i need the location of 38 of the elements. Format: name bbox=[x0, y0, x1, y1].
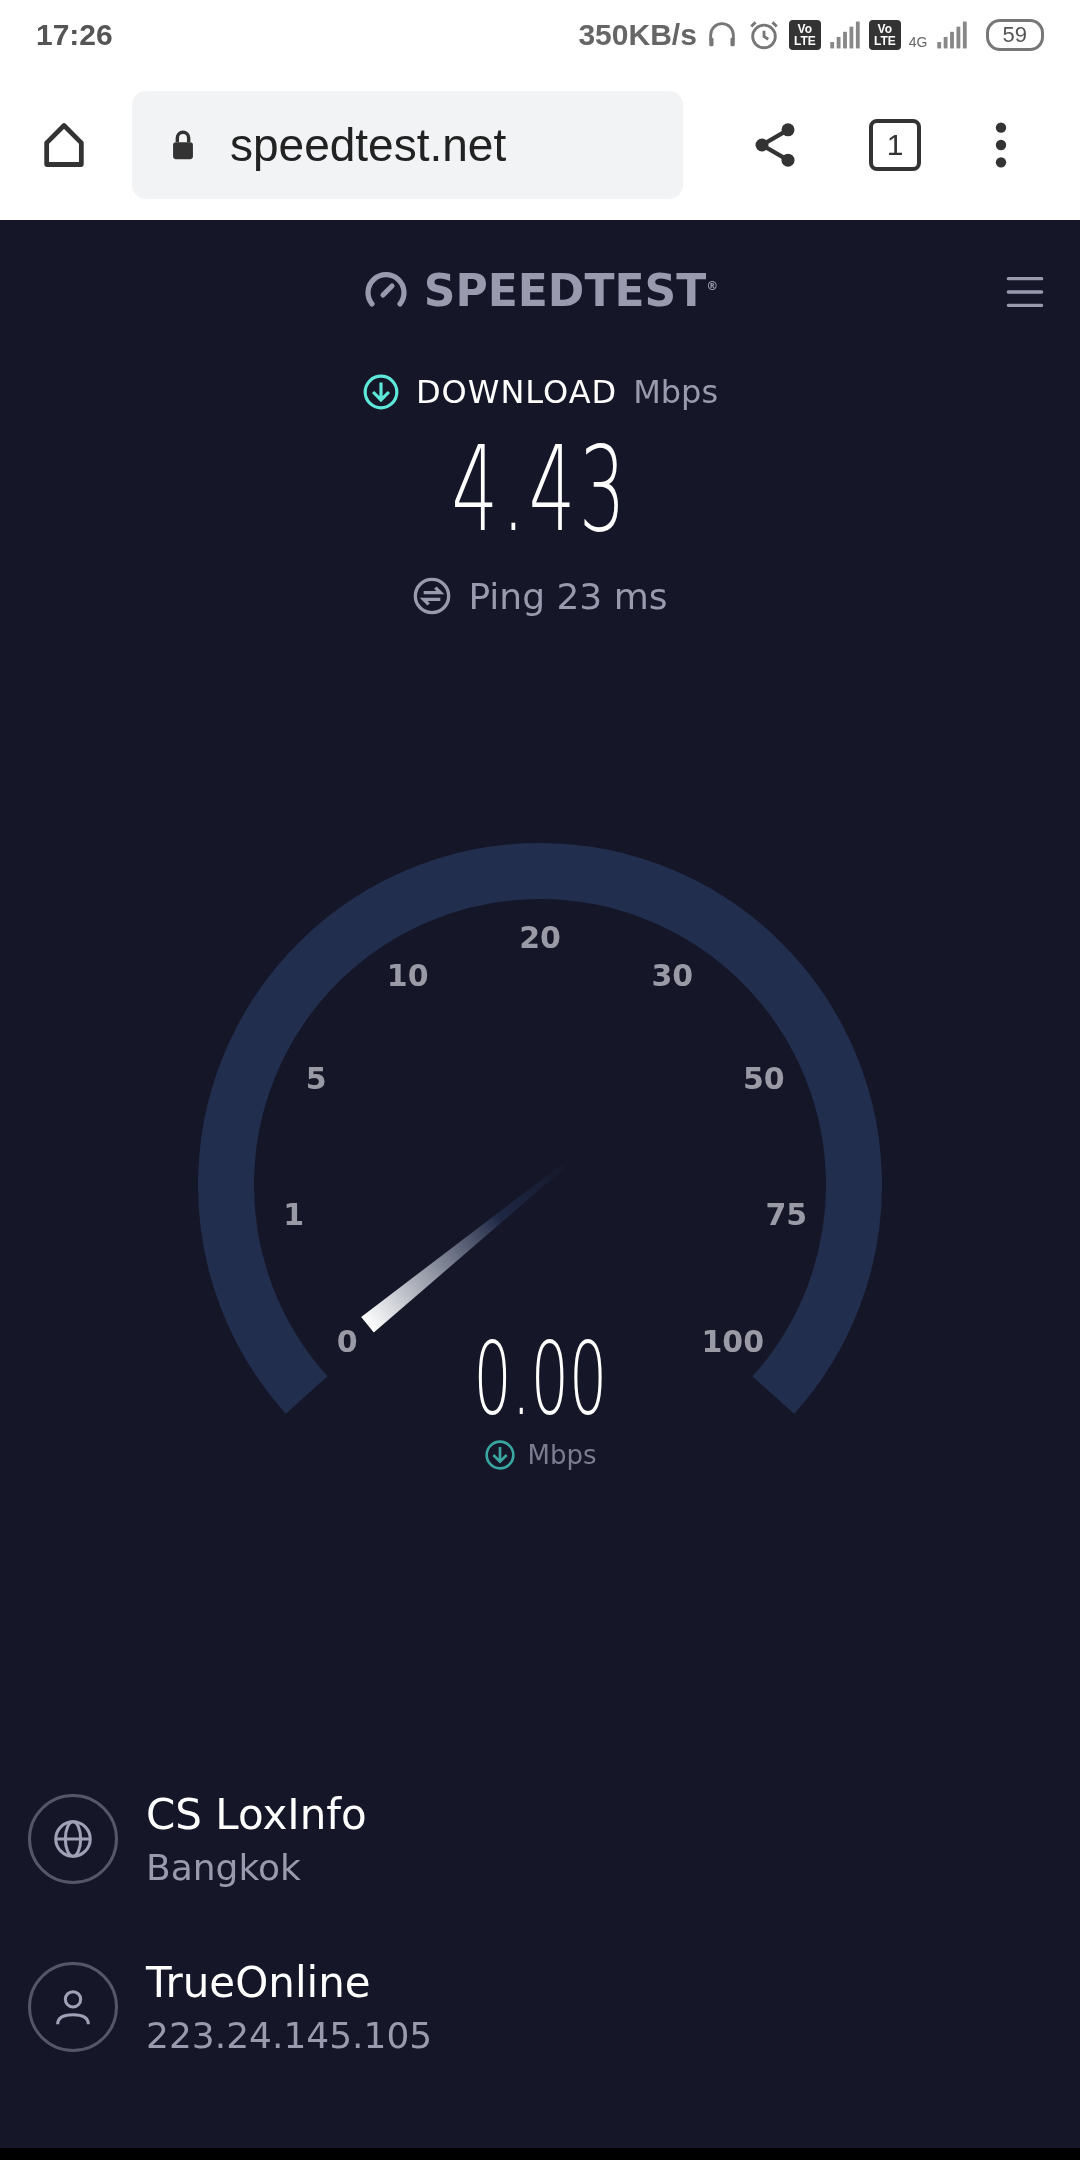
battery-level: 59 bbox=[985, 19, 1044, 51]
unit-label: Mbps bbox=[633, 373, 719, 411]
person-icon bbox=[28, 1962, 118, 2052]
tick-label: 100 bbox=[701, 1324, 765, 1360]
server-detail: Bangkok bbox=[146, 1847, 302, 1888]
server-name: CS LoxInfo bbox=[146, 1790, 367, 1839]
badge-text: LTE bbox=[873, 35, 896, 47]
tick-label: 10 bbox=[386, 958, 429, 994]
tick-label: 1 bbox=[283, 1197, 305, 1233]
tick-label: 20 bbox=[519, 920, 561, 955]
unit-label: Mbps bbox=[527, 1440, 597, 1470]
download-label: DOWNLOAD bbox=[415, 373, 618, 411]
download-icon bbox=[483, 1439, 516, 1471]
tick-label: 5 bbox=[305, 1061, 327, 1097]
signal-icon bbox=[935, 20, 968, 50]
tab-switcher[interactable]: 1 bbox=[869, 119, 921, 171]
address-field[interactable]: speedtest.net bbox=[132, 91, 683, 199]
current-speed: 0.00 bbox=[473, 1325, 607, 1435]
tick-label: 30 bbox=[651, 958, 694, 994]
download-speed: 4.43 bbox=[451, 424, 629, 554]
globe-icon bbox=[28, 1794, 118, 1884]
tick-label: 75 bbox=[765, 1197, 808, 1233]
tick-label: 0 bbox=[336, 1324, 358, 1360]
ping-value: Ping 23 ms bbox=[468, 575, 668, 617]
ping-icon bbox=[412, 576, 453, 616]
tick-label: 50 bbox=[742, 1061, 785, 1097]
server-name: TrueOnline bbox=[146, 1958, 372, 2007]
speedtest-logo: SPEEDTEST$^{®}$ bbox=[423, 264, 719, 316]
badge-text: Vo bbox=[797, 23, 813, 35]
server-detail: 223.24.145.105 bbox=[146, 2015, 433, 2056]
badge-text: Vo bbox=[877, 23, 893, 35]
network-speed: 350KB/s bbox=[578, 18, 697, 52]
network-type: 4G bbox=[908, 34, 928, 50]
clock-time: 17:26 bbox=[36, 18, 113, 52]
url-text: speedtest.net bbox=[230, 118, 507, 172]
signal-icon bbox=[828, 20, 861, 50]
download-icon bbox=[361, 373, 400, 411]
badge-text: LTE bbox=[793, 35, 816, 47]
